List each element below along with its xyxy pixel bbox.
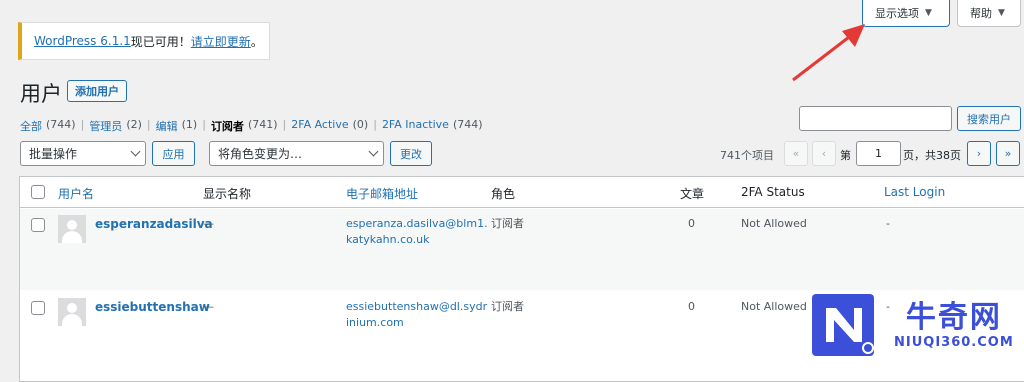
column-display-name: 显示名称 [203, 187, 252, 201]
email-link[interactable]: essiebuttenshaw@dl.sydr inium.com [346, 299, 487, 331]
filter-separator: | [202, 118, 206, 131]
filter-2fa-inactive[interactable]: 2FA Inactive (744) [382, 118, 483, 134]
filter-separator: | [373, 118, 377, 131]
help-label: 帮助 [970, 7, 992, 20]
table-row: esperanzadasilva — esperanza.dasilva@blm… [20, 209, 1024, 290]
column-2fa-status: 2FA Status [741, 185, 805, 199]
filter-editor[interactable]: 编辑 (1) [156, 118, 198, 134]
chevron-down-icon [130, 146, 141, 157]
apply-button[interactable]: 应用 [152, 141, 195, 166]
filter-2fa-active[interactable]: 2FA Active (0) [291, 118, 368, 134]
page-title: 用户 [20, 82, 62, 106]
prev-page-button[interactable]: ‹ [812, 141, 836, 166]
site-watermark: 牛奇网 NIUQI360.COM [810, 290, 1024, 360]
display-name: — [203, 300, 214, 313]
role-filter-links: 全部 (744) | 管理员 (2) | 编辑 (1) | 订阅者 (741) | 2F… [20, 118, 483, 134]
watermark-domain: NIUQI360.COM [894, 334, 1014, 350]
caret-down-icon: ▼ [925, 8, 932, 18]
filter-all[interactable]: 全部 (744) [20, 118, 76, 134]
column-last-login[interactable]: Last Login [884, 185, 945, 199]
2fa-status: Not Allowed [741, 300, 807, 313]
screen-options-button[interactable]: 显示选项 ▼ [862, 0, 950, 27]
bulk-actions-select[interactable]: 批量操作 [20, 141, 146, 166]
column-posts: 文章 [680, 187, 705, 201]
row-checkbox[interactable] [31, 301, 45, 315]
notice-end: 。 [250, 34, 263, 49]
username-link[interactable]: esperanzadasilva [95, 217, 213, 231]
posts-count: 0 [688, 300, 695, 313]
search-users-input[interactable] [799, 106, 952, 131]
role: 订阅者 [491, 217, 524, 230]
screen-options-label: 显示选项 [875, 7, 919, 20]
help-button[interactable]: 帮助 ▼ [957, 0, 1021, 27]
2fa-status: Not Allowed [741, 217, 807, 230]
first-page-button[interactable]: « [784, 141, 808, 166]
avatar [58, 215, 86, 243]
email-link[interactable]: esperanza.dasilva@blm1. katykahn.co.uk [346, 216, 488, 248]
add-user-button[interactable]: 添加用户 [67, 80, 127, 102]
page-prefix: 第 [840, 149, 851, 162]
page-suffix: 页，共38页 [903, 149, 961, 162]
role: 订阅者 [491, 300, 524, 313]
filter-subscriber[interactable]: 订阅者 (741) [211, 118, 278, 134]
bulk-actions-value: 批量操作 [29, 147, 78, 161]
column-email[interactable]: 电子邮箱地址 [346, 185, 418, 202]
select-all-checkbox[interactable] [31, 185, 45, 199]
watermark-brand: 牛奇网 [905, 299, 1002, 335]
search-users-button[interactable]: 搜索用户 [957, 106, 1021, 131]
change-role-select[interactable]: 将角色变更为… [209, 141, 384, 166]
avatar [58, 298, 86, 326]
change-role-value: 将角色变更为… [218, 147, 303, 161]
table-header: 用户名 显示名称 电子邮箱地址 角色 文章 2FA Status Last Lo… [20, 177, 1024, 208]
display-name: — [203, 217, 214, 230]
filter-separator: | [80, 118, 85, 131]
column-username[interactable]: 用户名 [58, 185, 94, 202]
items-count: 741个项目 [720, 149, 774, 162]
column-role: 角色 [491, 187, 516, 201]
watermark-logo-icon [812, 294, 874, 356]
next-page-button[interactable]: › [967, 141, 991, 166]
username-link[interactable]: essiebuttenshaw [95, 300, 210, 314]
last-page-button[interactable]: » [996, 141, 1020, 166]
notice-text: 现已可用！ [130, 34, 191, 49]
caret-down-icon: ▼ [998, 8, 1005, 18]
update-now-link[interactable]: 请立即更新 [191, 33, 251, 50]
change-role-button[interactable]: 更改 [390, 141, 432, 166]
wordpress-version-link[interactable]: WordPress 6.1.1 [34, 34, 131, 48]
filter-administrator[interactable]: 管理员 (2) [89, 118, 142, 134]
update-notice: WordPress 6.1.1 现已可用！ 请立即更新 。 [18, 22, 270, 60]
row-checkbox[interactable] [31, 218, 45, 232]
annotation-arrow-icon [792, 24, 865, 82]
current-page-input[interactable]: 1 [856, 141, 901, 166]
filter-separator: | [146, 118, 151, 131]
last-login: - [886, 217, 890, 230]
posts-count: 0 [688, 217, 695, 230]
filter-separator: | [282, 118, 287, 131]
chevron-down-icon [368, 146, 379, 157]
